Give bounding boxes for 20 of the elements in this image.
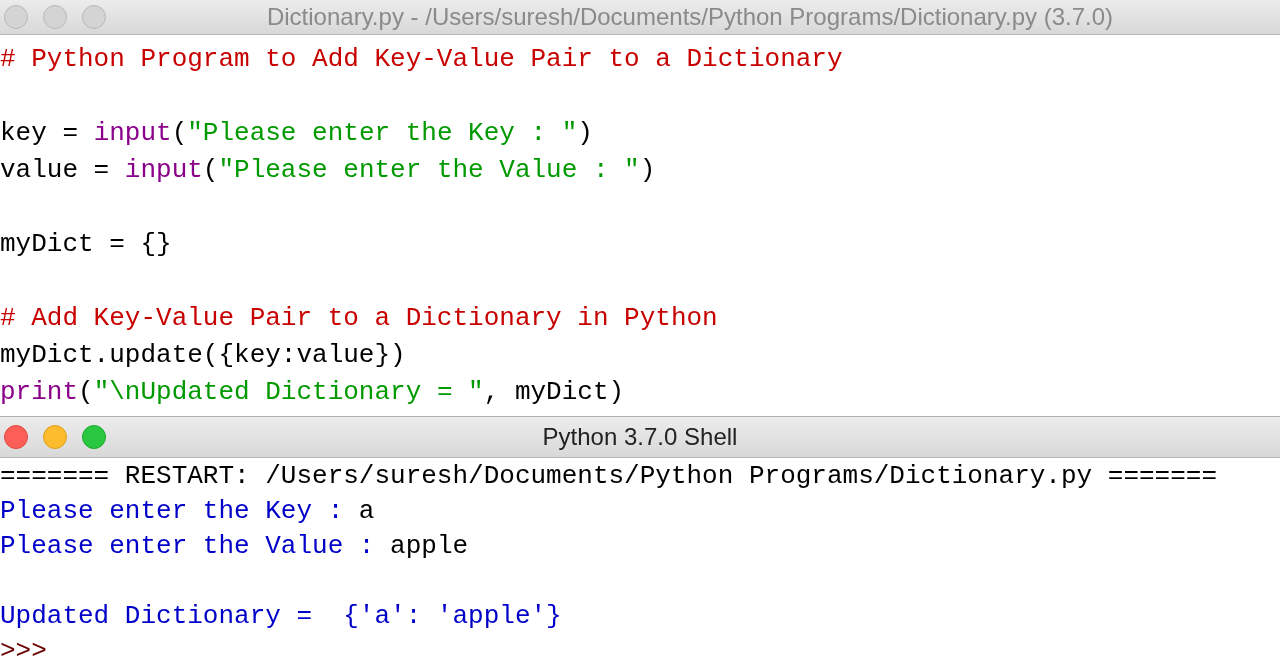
code-line: Please enter the Key : a <box>0 495 376 528</box>
code-line: myDict = {} <box>0 228 173 261</box>
code-line: >>> <box>0 635 48 668</box>
code-line: value = input("Please enter the Value : ") <box>0 154 657 187</box>
window-title: Dictionary.py - /Users/suresh/Documents/Python Programs/Dictionary.py (3.7.0) <box>266 3 1114 31</box>
close-button[interactable] <box>4 425 28 449</box>
code-line: # Add Key-Value Pair to a Dictionary in Python <box>0 302 719 335</box>
code-line: print("\nUpdated Dictionary = ", myDict) <box>0 376 626 409</box>
code-line: # Python Program to Add Key-Value Pair to a Dictionary <box>0 43 844 76</box>
zoom-button[interactable] <box>82 5 106 29</box>
code-line: Updated Dictionary = {'a': 'apple'} <box>0 600 563 633</box>
close-button[interactable] <box>4 5 28 29</box>
window-title: Python 3.7.0 Shell <box>542 423 738 451</box>
minimize-button[interactable] <box>43 5 67 29</box>
zoom-button[interactable] <box>82 425 106 449</box>
code-line: key = input("Please enter the Key : ") <box>0 117 594 150</box>
code-line: myDict.update({key:value}) <box>0 339 407 372</box>
minimize-button[interactable] <box>43 425 67 449</box>
code-line: Please enter the Value : apple <box>0 530 470 563</box>
code-line: ======= RESTART: /Users/suresh/Documents/Python Programs/Dictionary.py ======= <box>0 460 1218 493</box>
